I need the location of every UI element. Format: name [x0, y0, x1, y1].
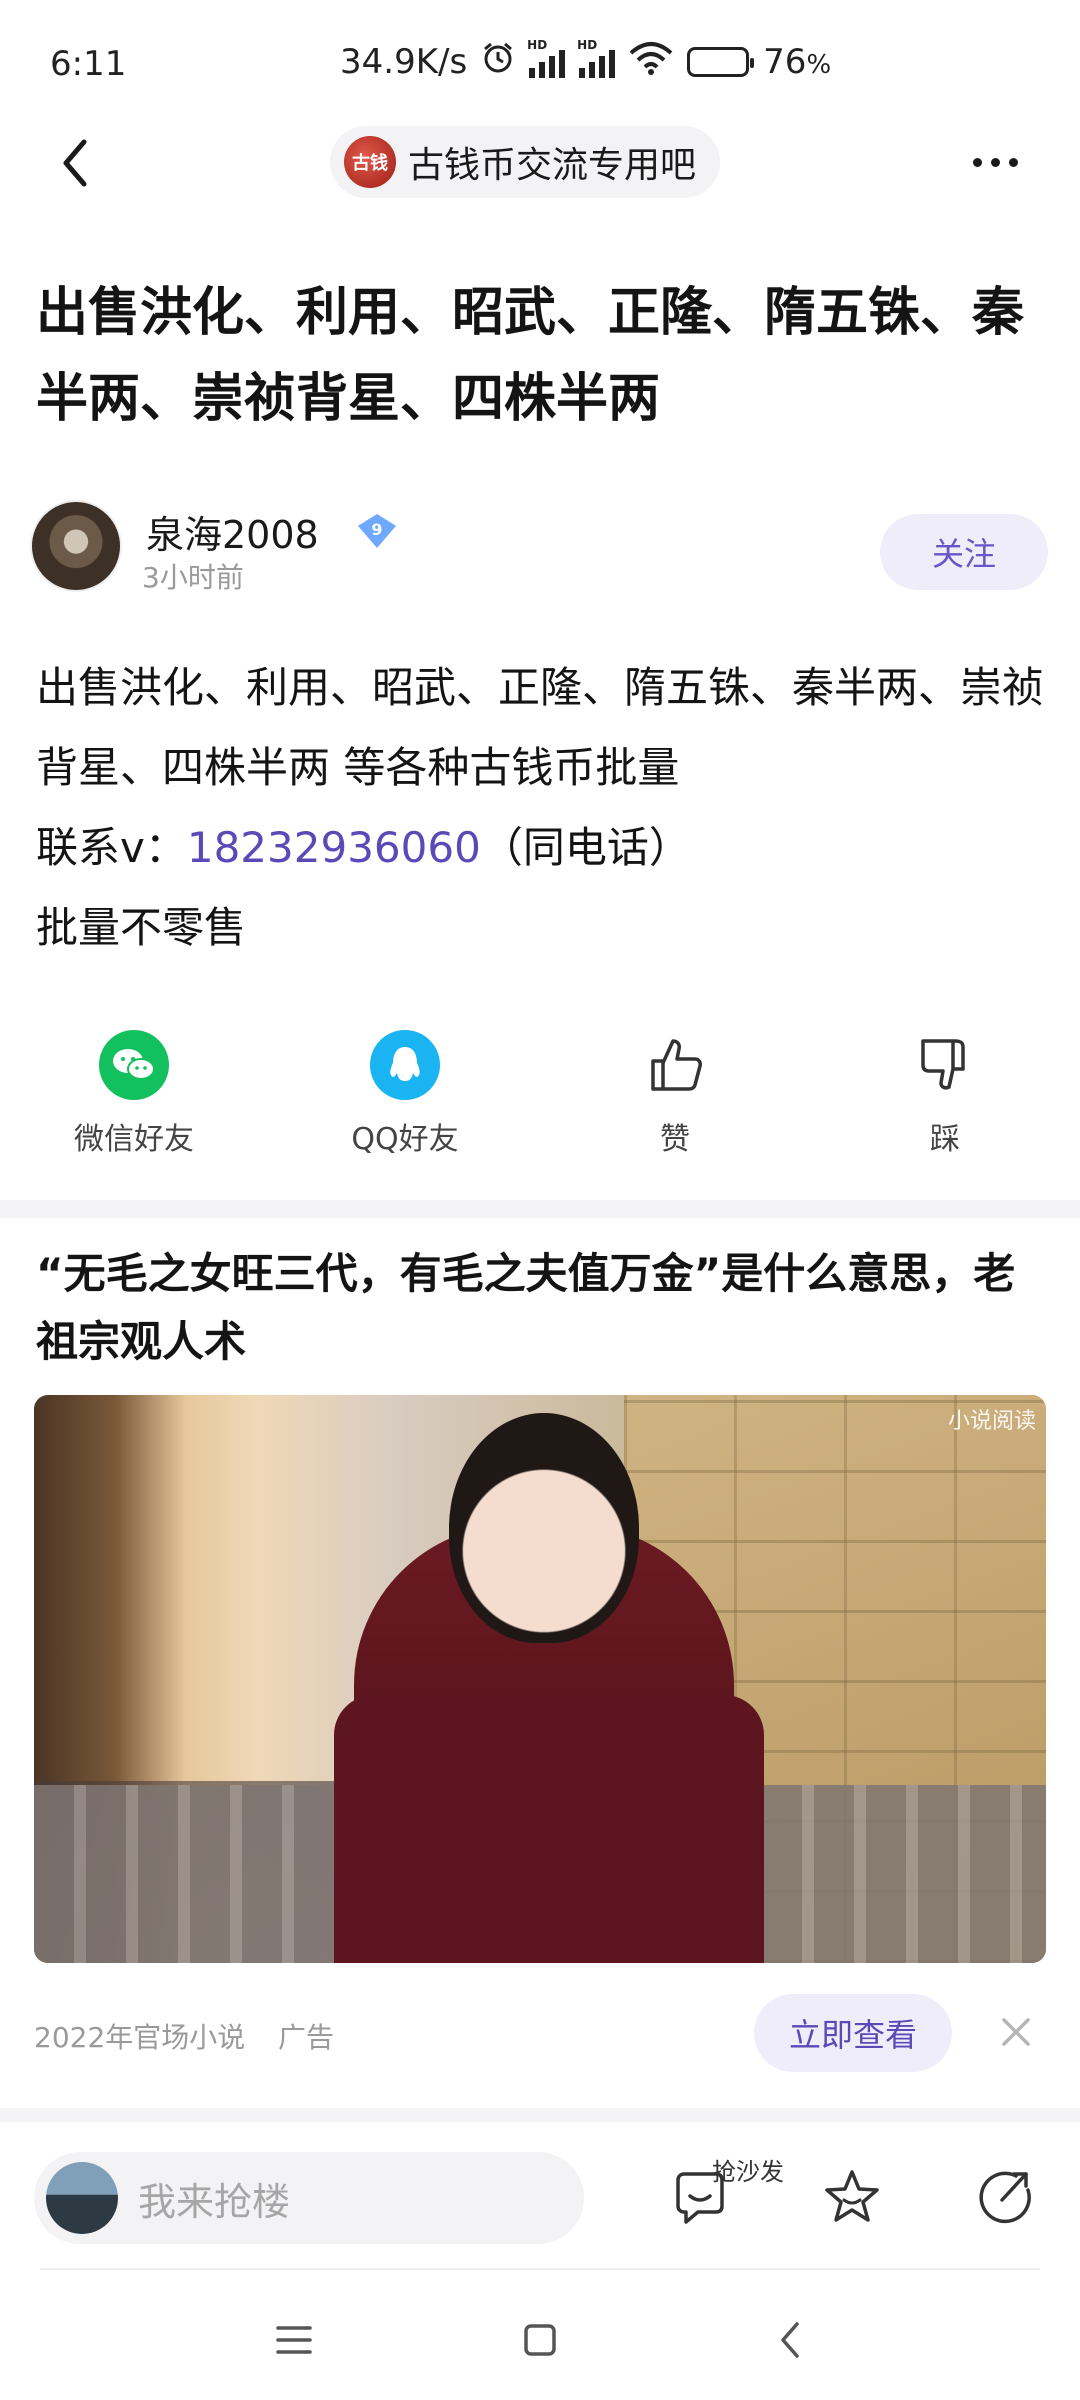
like-button[interactable]: 赞	[565, 1030, 785, 1158]
ad-image-head	[449, 1413, 639, 1643]
more-dot-icon	[972, 157, 982, 167]
share-button[interactable]	[964, 2158, 1044, 2238]
wifi-icon	[629, 41, 673, 84]
ad-title[interactable]: “无毛之女旺三代，有毛之夫值万金”是什么意思，老祖宗观人术	[36, 1240, 1046, 1376]
thumbs-down-icon	[910, 1030, 980, 1100]
action-label: 微信好友	[74, 1122, 194, 1157]
forum-pill[interactable]: 古钱 古钱币交流专用吧	[330, 126, 721, 198]
system-back-button[interactable]	[760, 2310, 820, 2370]
post-title: 出售洪化、利用、昭武、正隆、隋五铢、秦半两、崇祯背星、四株半两	[36, 283, 1025, 429]
contact-prefix: 联系v：	[36, 823, 187, 872]
ad-image-figure-lower	[334, 1695, 764, 1963]
recents-button[interactable]	[264, 2310, 324, 2370]
post-time: 3小时前	[142, 561, 244, 594]
more-options-button[interactable]	[960, 142, 1030, 182]
dislike-button[interactable]: 踩	[835, 1030, 1055, 1158]
menu-icon	[276, 2326, 312, 2354]
signal-2-icon: HD	[577, 38, 616, 78]
status-icons: 34.9K/s HD HD 76%	[340, 38, 832, 84]
battery-icon	[687, 47, 755, 77]
forum-logo: 古钱	[344, 136, 396, 188]
status-time: 6:11	[50, 44, 127, 84]
net-speed: 34.9K/s	[340, 42, 468, 82]
level-badge: 9	[358, 514, 396, 548]
phone-link[interactable]: 18232936060	[187, 823, 481, 872]
ad-close-button[interactable]	[994, 2010, 1038, 2054]
back-button[interactable]	[40, 128, 110, 198]
alarm-icon	[481, 41, 515, 84]
share-wechat-button[interactable]: 微信好友	[24, 1030, 244, 1158]
ad-image[interactable]: 小说阅读	[34, 1395, 1046, 1963]
star-icon	[825, 2170, 879, 2222]
action-label: QQ好友	[351, 1122, 459, 1157]
comment-icon	[676, 2172, 724, 2224]
ad-watermark: 小说阅读	[947, 1409, 1036, 1434]
post-body-line: 出售洪化、利用、昭武、正隆、隋五铢、秦半两、崇祯背星、四株半两 等各种古钱币批量	[36, 663, 1045, 792]
wechat-icon	[99, 1030, 169, 1100]
section-divider	[0, 1200, 1080, 1218]
close-icon	[1002, 2018, 1030, 2046]
share-actions: 微信好友 QQ好友 赞 踩	[0, 1030, 1080, 1180]
home-square-icon	[524, 2324, 556, 2356]
favorite-button[interactable]	[812, 2158, 892, 2238]
post-body-contact: 联系v：18232936060（同电话）	[36, 808, 1046, 888]
post-body-line: 批量不零售	[36, 903, 247, 952]
post-body: 出售洪化、利用、昭武、正隆、隋五铢、秦半两、崇祯背星、四株半两 等各种古钱币批量…	[36, 648, 1046, 968]
more-dot-icon	[990, 157, 1000, 167]
author-avatar[interactable]	[30, 500, 122, 592]
system-nav-bar	[0, 2280, 1080, 2400]
reply-placeholder: 我来抢楼	[138, 2179, 291, 2224]
forum-name: 古钱币交流专用吧	[408, 145, 697, 186]
follow-button[interactable]: 关注	[880, 514, 1048, 590]
signal-1-icon: HD	[527, 38, 566, 78]
author-row: 泉海2008 9 3小时前 关注	[30, 500, 1050, 596]
back-chevron-icon	[781, 2322, 799, 2358]
back-arrow-icon	[63, 139, 87, 187]
ad-cta-button[interactable]: 立即查看	[754, 1994, 952, 2072]
reply-bar: 我来抢楼 抢沙发	[0, 2122, 1080, 2270]
top-nav-bar: 古钱 古钱币交流专用吧	[0, 120, 1080, 270]
battery-percent: 76%	[763, 42, 832, 82]
action-label: 踩	[930, 1122, 960, 1157]
section-divider	[0, 2108, 1080, 2122]
action-label: 赞	[660, 1122, 690, 1157]
divider	[40, 2268, 1040, 2270]
home-button[interactable]	[510, 2310, 570, 2370]
status-bar: 6:11 34.9K/s HD HD 76%	[0, 0, 1080, 120]
more-dot-icon	[1008, 157, 1018, 167]
ad-source: 2022年官场小说	[34, 2021, 246, 2054]
qq-icon	[370, 1030, 440, 1100]
comment-button[interactable]	[660, 2158, 740, 2238]
share-qq-button[interactable]: QQ好友	[295, 1030, 515, 1158]
ad-tag: 广告	[278, 2021, 335, 2054]
share-icon	[979, 2171, 1031, 2224]
author-name[interactable]: 泉海2008	[146, 504, 319, 559]
reply-input[interactable]: 我来抢楼	[34, 2152, 584, 2244]
contact-suffix: （同电话）	[480, 823, 691, 872]
user-avatar	[46, 2162, 118, 2234]
thumbs-up-icon	[640, 1030, 710, 1100]
